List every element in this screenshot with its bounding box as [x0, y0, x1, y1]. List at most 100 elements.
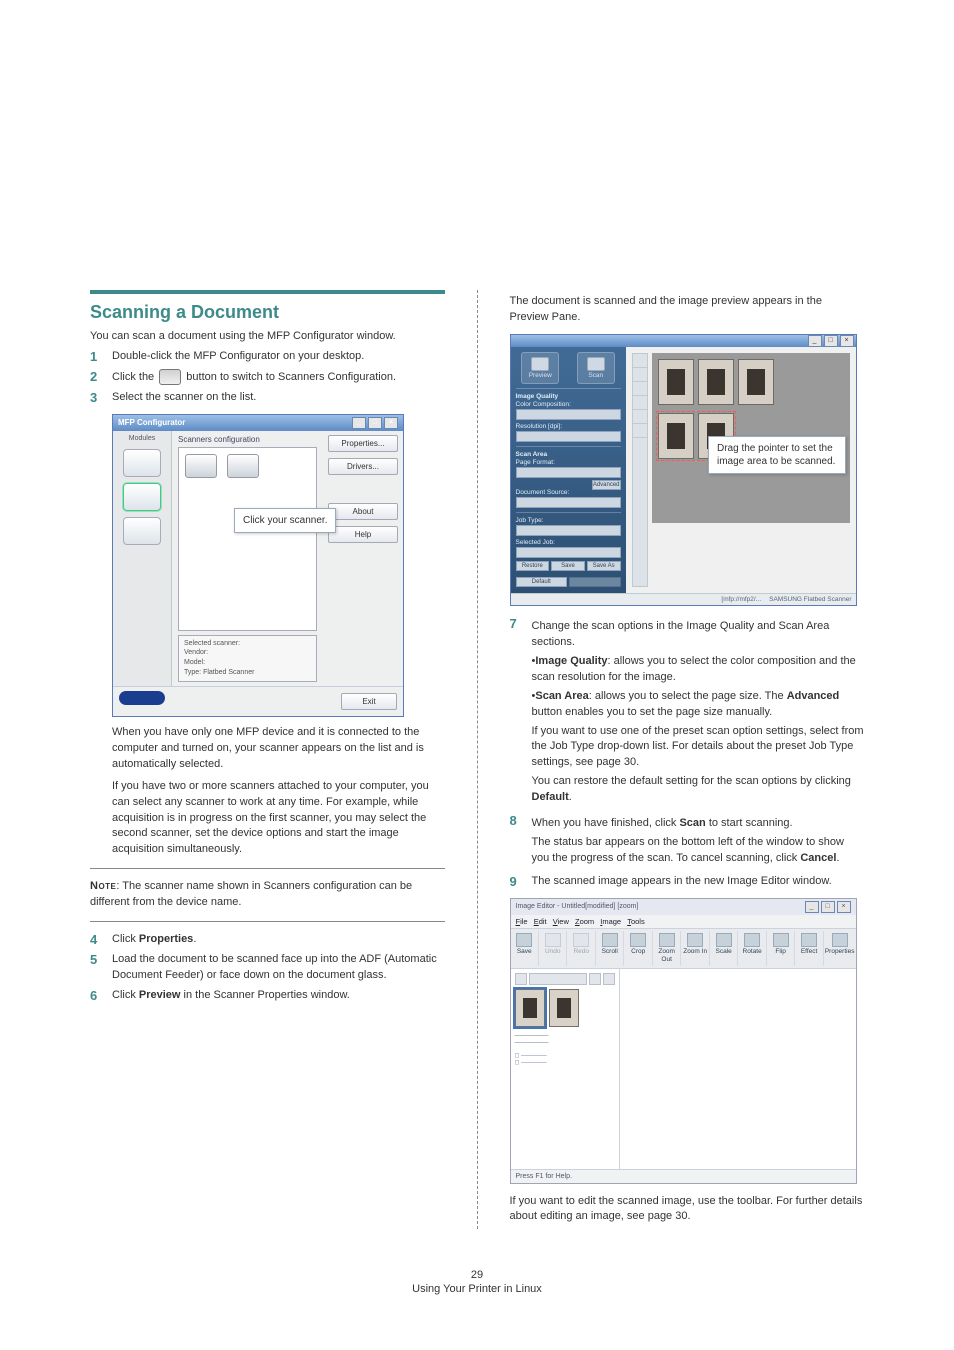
- job-type-select[interactable]: [516, 525, 621, 536]
- resolution-select[interactable]: [516, 431, 621, 442]
- tool-scale[interactable]: Scale: [710, 931, 738, 966]
- save-icon: [516, 933, 532, 947]
- menu-edit[interactable]: Edit: [534, 917, 547, 926]
- tool-icon[interactable]: [633, 396, 647, 410]
- step-number: 5: [90, 952, 112, 984]
- minimize-icon[interactable]: _: [352, 417, 366, 429]
- step-9-text: The scanned image appears in the new Ima…: [532, 874, 865, 890]
- info-type: Type: Flatbed Scanner: [184, 668, 311, 678]
- rotate-icon: [744, 933, 760, 947]
- p2a: You can restore the default setting for …: [532, 775, 851, 787]
- save-button[interactable]: Save: [551, 561, 585, 571]
- tool-icon[interactable]: [633, 354, 647, 368]
- page-footer: 29 Using Your Printer in Linux: [90, 1269, 864, 1295]
- sa-label: Scan Area: [535, 690, 588, 702]
- color-composition-select[interactable]: [516, 409, 621, 420]
- ports-tab-icon[interactable]: [123, 517, 161, 545]
- maximize-icon[interactable]: □: [821, 901, 835, 913]
- tool-properties[interactable]: Properties: [824, 931, 856, 966]
- selected-job-field[interactable]: [516, 547, 621, 558]
- nav-next-icon[interactable]: [603, 973, 615, 985]
- minimize-icon[interactable]: _: [805, 901, 819, 913]
- iq-label: Image Quality: [535, 655, 607, 667]
- drivers-button[interactable]: Drivers...: [328, 458, 398, 475]
- properties-icon: [832, 933, 848, 947]
- close-icon[interactable]: ×: [840, 335, 854, 347]
- preview-action[interactable]: Preview: [521, 352, 559, 384]
- s6b-bold: Preview: [139, 989, 181, 1001]
- label-color-comp: Color Composition:: [516, 401, 621, 408]
- label-job-type: Job Type:: [516, 517, 621, 524]
- panel-label: Scanners configuration: [178, 435, 317, 444]
- group-scan-area: Scan Area: [516, 451, 621, 458]
- nav-drop-icon[interactable]: [589, 973, 601, 985]
- properties-button[interactable]: Properties...: [328, 435, 398, 452]
- editor-status-bar: Press F1 for Help.: [511, 1169, 856, 1183]
- about-button[interactable]: About: [328, 503, 398, 520]
- figure-image-editor: Image Editor - Untitled[modified] [zoom]…: [510, 898, 865, 1184]
- help-button[interactable]: Help: [328, 526, 398, 543]
- doc-source-select[interactable]: [516, 497, 621, 508]
- scanners-tab-icon[interactable]: [123, 483, 161, 511]
- save-as-button[interactable]: Save As: [587, 561, 621, 571]
- tool-zoom-in[interactable]: Zoom In: [681, 931, 709, 966]
- maximize-icon[interactable]: □: [368, 417, 382, 429]
- step-2b: button to switch to Scanners Configurati…: [183, 371, 396, 383]
- page-format-select[interactable]: [516, 467, 621, 478]
- tool-zoom-out[interactable]: Zoom Out: [653, 931, 681, 966]
- maximize-icon[interactable]: □: [824, 335, 838, 347]
- advanced-button[interactable]: Advanced: [592, 480, 621, 490]
- step-number: 6: [90, 988, 112, 1004]
- minimize-icon[interactable]: _: [808, 335, 822, 347]
- paragraph-multi-scanner: If you have two or more scanners attache…: [112, 779, 445, 859]
- menu-image[interactable]: Image: [600, 917, 621, 926]
- tool-rotate[interactable]: Rotate: [738, 931, 766, 966]
- tool-crop[interactable]: Crop: [624, 931, 652, 966]
- page-icon: [531, 357, 549, 371]
- tool-icon[interactable]: [633, 368, 647, 382]
- tool-scroll[interactable]: Scroll: [596, 931, 624, 966]
- tool-icon[interactable]: [633, 382, 647, 396]
- tool-save[interactable]: Save: [511, 931, 539, 966]
- s4c: .: [193, 933, 196, 945]
- note-label: Note: [90, 880, 116, 892]
- figure-mfp-configurator: MFP Configurator _ □ × Modules: [112, 414, 445, 717]
- thumbnail[interactable]: [515, 989, 545, 1027]
- s8p1c: .: [836, 852, 839, 864]
- tool-effect[interactable]: Effect: [795, 931, 823, 966]
- scanner-device-icon[interactable]: [185, 454, 217, 478]
- p2c: .: [569, 791, 572, 803]
- nav-prev-icon[interactable]: [515, 973, 527, 985]
- info-vendor: Vendor:: [184, 648, 311, 658]
- nav-page-select[interactable]: [529, 973, 587, 985]
- menu-file[interactable]: File: [516, 917, 528, 926]
- scanner-list[interactable]: [178, 447, 317, 631]
- note-body: : The scanner name shown in Scanners con…: [90, 880, 412, 908]
- exit-button[interactable]: Exit: [341, 693, 397, 710]
- menu-view[interactable]: View: [553, 917, 569, 926]
- default-button[interactable]: Default: [516, 577, 568, 587]
- scan-action[interactable]: Scan: [577, 352, 615, 384]
- restore-button[interactable]: Restore: [516, 561, 550, 571]
- disabled-button: [569, 577, 621, 587]
- step-1-text: Double-click the MFP Configurator on you…: [112, 349, 445, 365]
- close-icon[interactable]: ×: [384, 417, 398, 429]
- close-icon[interactable]: ×: [837, 901, 851, 913]
- s4b-bold: Properties: [139, 933, 193, 945]
- preview-thumbnail: [738, 359, 774, 405]
- tool-flip[interactable]: Flip: [767, 931, 795, 966]
- scanner-device-icon[interactable]: [227, 454, 259, 478]
- editor-canvas[interactable]: [620, 969, 856, 1169]
- menu-zoom[interactable]: Zoom: [575, 917, 594, 926]
- info-model: Model:: [184, 658, 311, 668]
- thumbnail[interactable]: [549, 989, 579, 1027]
- tool-icon[interactable]: [633, 424, 647, 438]
- step-7-sa: •Scan Area: allows you to select the pag…: [532, 689, 865, 721]
- s8b: Scan: [679, 817, 705, 829]
- printers-tab-icon[interactable]: [123, 449, 161, 477]
- menu-tools[interactable]: Tools: [627, 917, 645, 926]
- tool-icon[interactable]: [633, 410, 647, 424]
- step-3-text: Select the scanner on the list.: [112, 390, 445, 406]
- label-selected-job: Selected Job:: [516, 539, 621, 546]
- zoom-in-icon: [687, 933, 703, 947]
